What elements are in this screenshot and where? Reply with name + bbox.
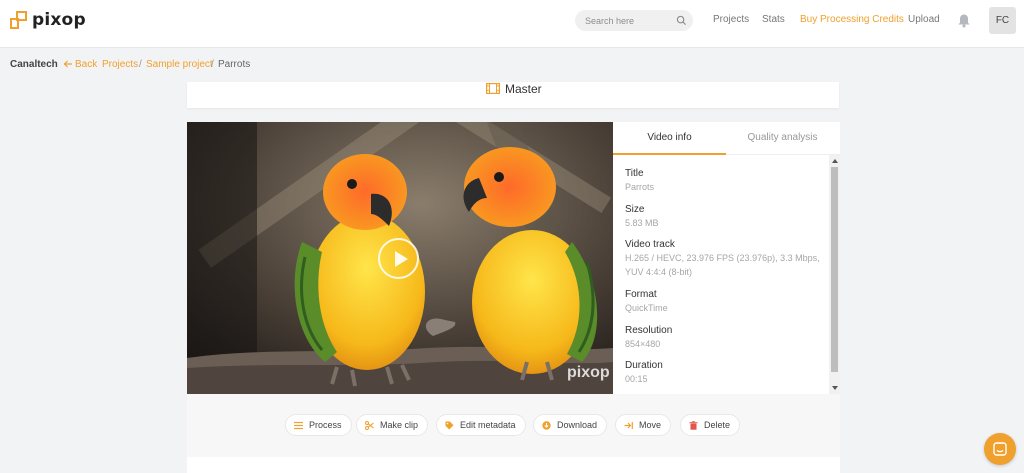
breadcrumb-separator: / [139,59,142,70]
breadcrumb-separator: / [211,59,214,70]
delete-button[interactable]: Delete [680,414,741,436]
scroll-down-icon[interactable] [832,386,838,390]
info-item-format: Format QuickTime [625,288,825,324]
info-value: H.265 / HEVC, 23.976 FPS (23.976p), 3.3 … [625,253,820,277]
info-value: 5.83 MB [625,217,659,228]
pixop-logo[interactable]: pixop [10,10,86,30]
info-value: 854×480 [625,338,661,349]
logo-mark-icon [10,11,28,29]
process-button[interactable]: Process [285,414,352,436]
make-clip-button[interactable]: Make clip [356,414,429,436]
edit-metadata-button[interactable]: Edit metadata [436,414,526,436]
search-icon[interactable] [676,15,687,26]
info-item-video-track: Video track H.265 / HEVC, 23.976 FPS (23… [625,238,825,288]
download-label: Download [557,420,598,430]
video-info-panel: Video info Quality analysis Title Parrot… [613,122,840,394]
org-name: Canaltech [10,59,58,70]
move-icon [624,421,633,429]
info-scrollbar[interactable] [829,155,840,394]
make-clip-label: Make clip [380,420,419,430]
download-button[interactable]: Download [533,414,608,436]
back-link[interactable]: Back [75,59,97,70]
move-label: Move [639,420,662,430]
info-label: Resolution [625,324,673,336]
info-value: 00:15 [625,374,648,384]
info-list: Title Parrots Size 5.83 MB Video track H… [625,167,825,395]
info-label: Format [625,289,657,300]
list-icon [294,421,303,429]
bell-icon[interactable] [957,13,971,28]
info-value: QuickTime [625,303,668,313]
nav-stats[interactable]: Stats [762,14,785,25]
logo-text: pixop [32,10,86,30]
info-value: Parrots [625,182,655,192]
breadcrumb-parrots: Parrots [218,59,251,70]
video-player[interactable]: pixop [187,122,613,394]
back-arrow-icon[interactable] [63,59,73,69]
avatar[interactable]: FC [989,7,1016,34]
content-footer [187,457,840,473]
nav-projects[interactable]: Projects [713,14,749,25]
info-tabs: Video info Quality analysis [613,122,840,155]
info-label: Title [625,168,644,179]
edit-metadata-label: Edit metadata [460,420,516,430]
process-label: Process [309,420,342,430]
scroll-up-icon[interactable] [832,159,838,163]
tag-icon [445,421,454,429]
search-box [575,10,693,31]
top-bar: pixop Projects Stats Buy Processing Cred… [0,0,1024,48]
info-item-size: Size 5.83 MB [625,203,825,239]
info-label: Size [625,203,645,215]
trash-icon [689,420,698,430]
master-header: Master [187,82,839,108]
tab-video-info[interactable]: Video info [613,122,726,155]
breadcrumb-sample-project[interactable]: Sample project [146,59,213,70]
info-item-duration: Duration 00:15 [625,359,825,395]
info-label: Duration [625,360,663,371]
scrollbar-thumb[interactable] [831,167,838,372]
action-bar: Process Make clip Edit metadata Download… [187,394,840,457]
nav-buy-processing-credits[interactable]: Buy Processing Credits [800,14,904,25]
video-panel: pixop Video info Quality analysis Title … [187,122,840,457]
move-button[interactable]: Move [615,414,672,436]
play-icon [395,251,408,267]
scissors-icon [365,420,374,430]
info-item-title: Title Parrots [625,167,825,203]
film-icon [486,83,500,94]
play-button[interactable] [378,238,419,279]
chat-icon [993,442,1007,456]
breadcrumb: Canaltech Back Projects / Sample project… [0,49,1024,82]
tab-quality-analysis[interactable]: Quality analysis [726,122,839,155]
watermark: pixop [567,364,610,381]
delete-label: Delete [704,420,731,430]
info-label: Video track [625,239,675,250]
nav-upload[interactable]: Upload [908,14,940,25]
search-input[interactable] [585,10,675,31]
breadcrumb-projects[interactable]: Projects [102,59,138,70]
chat-button[interactable] [984,433,1016,465]
master-title: Master [505,82,542,96]
download-icon [542,420,551,430]
info-item-resolution: Resolution 854×480 [625,324,825,360]
